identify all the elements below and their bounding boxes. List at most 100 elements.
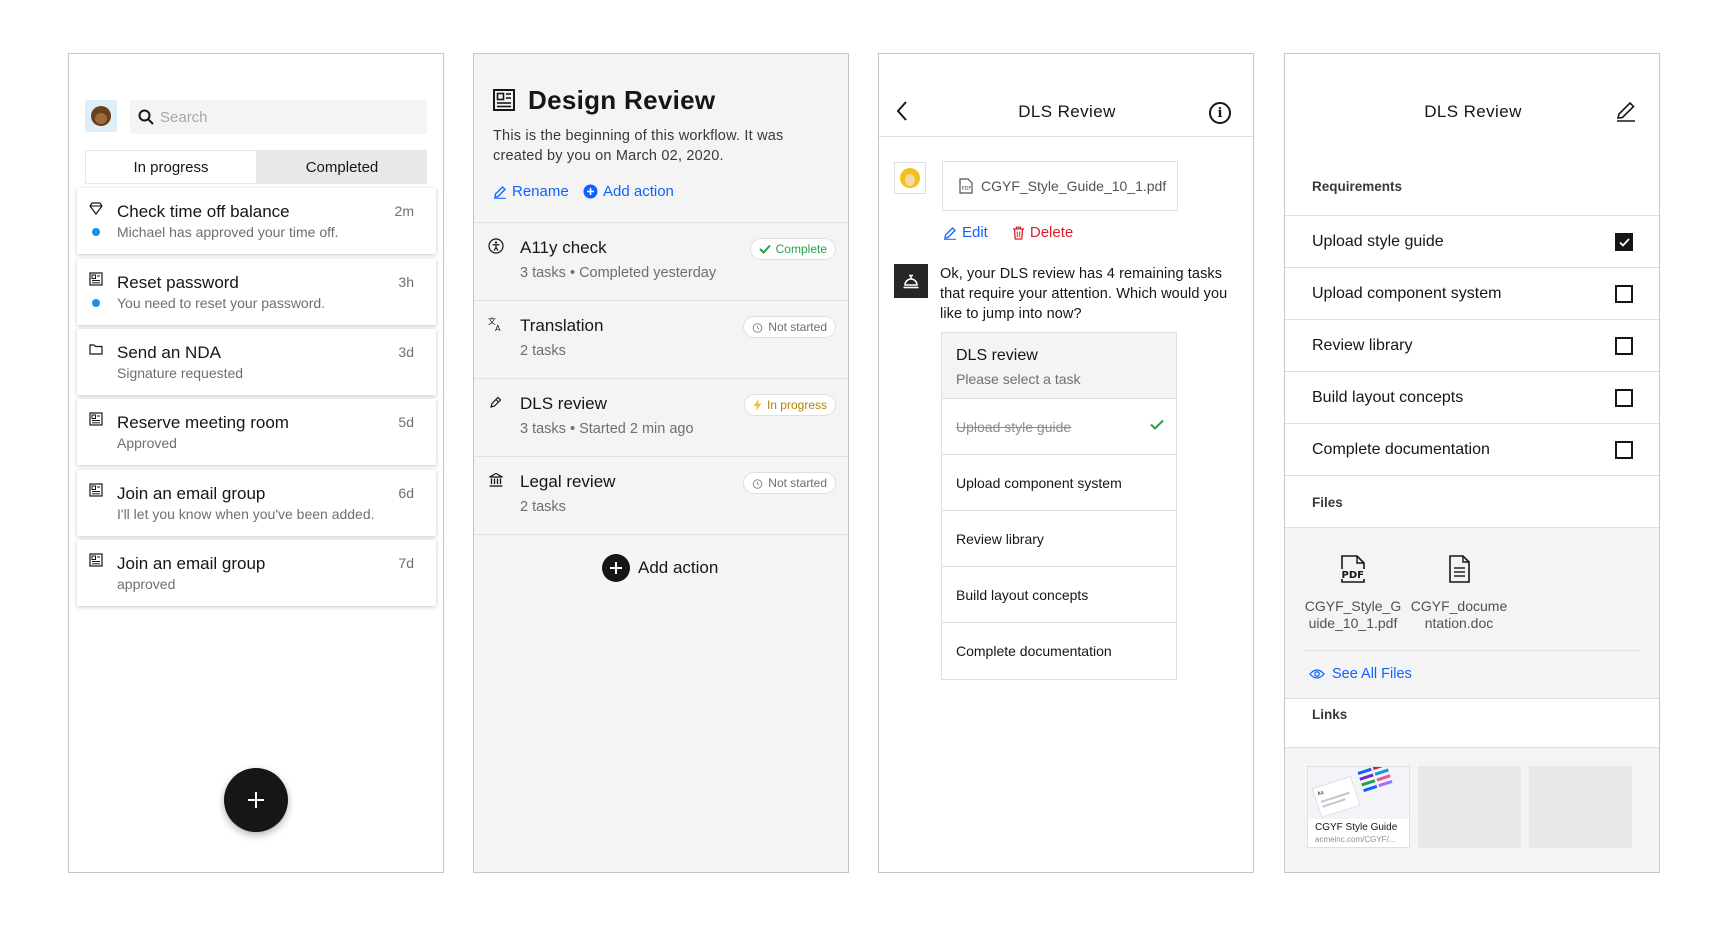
workflow-meta: 3 tasks • Completed yesterday [520,265,717,281]
task-card-time: 6d [398,485,414,501]
link-title: CGYF Style Guide [1315,822,1398,833]
diamond-icon [89,201,103,215]
requirement-checkbox[interactable] [1615,233,1633,251]
workflow-meta: 2 tasks [520,343,566,359]
task-card-title: Send an NDA [117,343,221,362]
delete-button[interactable]: Delete [1012,224,1073,241]
workflow-title: A11y check [520,238,607,257]
chat-panel: DLS Review i PDF CGYF_Style_Guide_10_1.p… [878,53,1254,873]
requirement-row: Upload style guide [1285,216,1659,268]
task-option[interactable]: Review library [942,511,1176,567]
task-option-label: Upload style guide [956,418,1072,435]
requirement-checkbox[interactable] [1615,441,1633,459]
requirement-checkbox[interactable] [1615,389,1633,407]
avatar[interactable] [85,100,117,132]
file-item-doc[interactable]: CGYF_documentation.doc [1409,554,1509,632]
task-card[interactable]: Check time off balance Michael has approv… [77,188,436,254]
form-icon [89,412,103,426]
user-face-icon [900,168,920,188]
dashboard-icon [493,89,515,111]
task-selector-header: DLS review Please select a task [942,333,1176,399]
page-title: DLS Review [1424,102,1522,121]
task-card-time: 3h [398,274,414,290]
edit-icon [944,226,956,240]
svg-text:A: A [495,324,501,332]
task-card-subtitle: approved [117,576,176,592]
inbox-panel: Search In progress Completed Check time … [68,53,444,873]
search-input[interactable]: Search [130,100,427,134]
tab-in-progress[interactable]: In progress [86,151,256,183]
task-card-title: Reset password [117,273,239,292]
requirement-row: Upload component system [1285,268,1659,320]
requirement-row: Complete documentation [1285,424,1659,476]
add-action-button[interactable]: Add action [602,554,718,582]
task-option[interactable]: Upload component system [942,455,1176,511]
status-badge: Complete [749,238,836,260]
add-icon [248,792,264,808]
bank-icon [488,472,504,488]
file-item-pdf[interactable]: PDF CGYF_Style_Guide_10_1.pdf [1303,554,1403,632]
form-icon [89,272,103,286]
task-card-subtitle: Signature requested [117,365,244,381]
svg-text:PDF: PDF [962,186,972,192]
task-option-label: Complete documentation [956,643,1112,659]
task-card[interactable]: Send an NDA Signature requested 3d [77,329,436,395]
files-section: PDF CGYF_Style_Guide_10_1.pdf CGYF_docum… [1285,527,1659,699]
requirement-checkbox[interactable] [1615,285,1633,303]
see-all-files-link[interactable]: See All Files [1309,666,1412,682]
status-label: Complete [775,242,827,256]
svg-text:PDF: PDF [1342,570,1364,581]
search-icon [138,109,154,125]
info-icon[interactable]: i [1209,102,1231,124]
requirements-list: Upload style guide Upload component syste… [1285,215,1659,476]
folder-icon [89,342,103,356]
status-badge: Not started [743,472,836,494]
files-heading: Files [1312,495,1343,510]
requirement-label: Upload component system [1312,284,1502,302]
attached-file[interactable]: PDF CGYF_Style_Guide_10_1.pdf [942,161,1178,211]
status-tabs: In progress Completed [85,150,427,184]
rename-button[interactable]: Rename [493,183,569,200]
workflow-title: Translation [520,316,604,335]
workflow-row[interactable]: 文 A Translation 2 tasks Not started [474,301,848,379]
bell-service-icon [903,274,919,289]
links-section: Aa CGYF Style Guide acmeinc.com/CGYF/... [1285,747,1659,872]
task-option[interactable]: Upload style guide [942,399,1176,455]
add-task-button[interactable] [224,768,288,832]
task-card[interactable]: Join an email group I'll let you know whe… [77,470,436,536]
bot-message: Ok, your DLS review has 4 remaining task… [940,266,1228,322]
add-icon [602,554,630,582]
task-card[interactable]: Reset password You need to reset your pas… [77,259,436,325]
chat-header: DLS Review i [879,54,1253,137]
bot-avatar [894,264,928,298]
workflow-row[interactable]: DLS review 3 tasks • Started 2 min ago In … [474,379,848,457]
add-action-label: Add action [638,558,719,577]
form-icon [89,483,103,497]
link-card[interactable]: Aa CGYF Style Guide acmeinc.com/CGYF/... [1307,766,1410,848]
workflow-meta: 2 tasks [520,499,566,515]
add-circle-icon [583,184,598,199]
requirement-label: Complete documentation [1312,440,1490,458]
task-card[interactable]: Join an email group approved 7d [77,540,436,606]
rename-label: Rename [512,183,569,200]
view-icon [1309,669,1325,679]
task-card[interactable]: Reserve meeting room Approved 5d [77,399,436,465]
task-selector: DLS review Please select a task Upload s… [941,332,1177,680]
checkmark-icon [1150,417,1164,433]
document-icon [1449,555,1470,583]
workflow-row[interactable]: A11y check 3 tasks • Completed yesterday C… [474,223,848,301]
requirement-checkbox[interactable] [1615,337,1633,355]
requirement-row: Build layout concepts [1285,372,1659,424]
edit-button[interactable]: Edit [943,224,988,241]
workflow-row[interactable]: Legal review 2 tasks Not started [474,457,848,535]
task-card-title: Check time off balance [117,202,290,221]
task-option[interactable]: Complete documentation [942,623,1176,679]
translate-icon: 文A [488,316,504,333]
file-name: CGYF_Style_Guide_10_1.pdf [981,178,1167,194]
requirement-label: Build layout concepts [1312,388,1464,406]
edit-icon[interactable] [1615,100,1637,122]
add-action-link[interactable]: Add action [583,183,674,200]
tab-completed[interactable]: Completed [257,150,427,184]
link-preview-image: Aa [1308,767,1409,819]
task-option[interactable]: Build layout concepts [942,567,1176,623]
